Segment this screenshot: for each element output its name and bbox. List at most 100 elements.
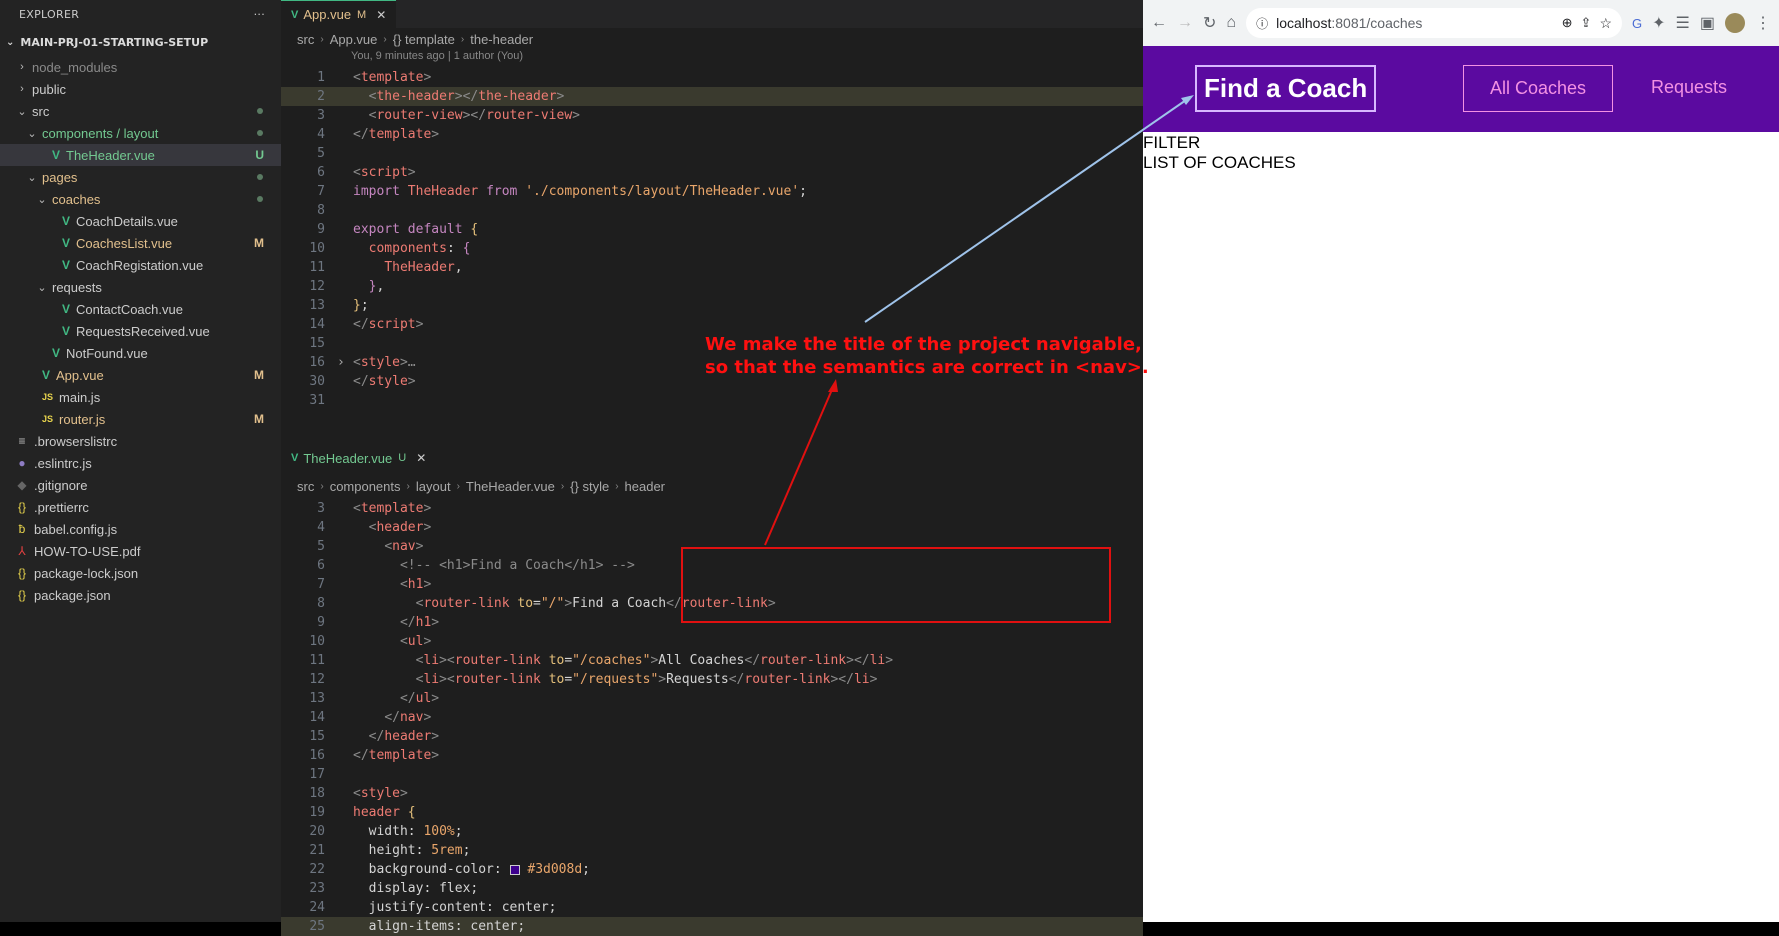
code-line[interactable]: 25 align-items: center; xyxy=(281,917,1143,936)
breadcrumb-item[interactable]: header xyxy=(625,479,665,494)
tree-item[interactable]: JS router.js M xyxy=(0,408,281,430)
breadcrumb-item[interactable]: the-header xyxy=(470,32,533,47)
back-icon[interactable]: ← xyxy=(1151,14,1167,32)
close-icon[interactable]: ✕ xyxy=(416,451,426,465)
code-line[interactable]: 22 background-color: #3d008d; xyxy=(281,860,1143,879)
code-line[interactable]: 16 </template> xyxy=(281,746,1143,765)
breadcrumb-item[interactable]: {} template xyxy=(393,32,455,47)
chevron-right-icon: › xyxy=(460,33,465,45)
share-icon[interactable]: ⇪ xyxy=(1581,15,1592,31)
code-line[interactable]: 15 </header> xyxy=(281,727,1143,746)
code-line[interactable]: 9 export default { xyxy=(281,220,1143,239)
tree-item[interactable]: ⌄ coaches xyxy=(0,188,281,210)
code-line[interactable]: 17 xyxy=(281,765,1143,784)
code-line[interactable]: 3 <router-view></router-view> xyxy=(281,106,1143,125)
star-icon[interactable]: ☆ xyxy=(1599,15,1612,32)
tree-item[interactable]: {} package.json xyxy=(0,584,281,606)
tree-item[interactable]: V CoachesList.vue M xyxy=(0,232,281,254)
more-actions-icon[interactable]: ··· xyxy=(254,8,265,21)
tree-item-label: package-lock.json xyxy=(34,565,139,581)
tab-app-vue[interactable]: V App.vue M ✕ xyxy=(281,0,397,28)
tree-item[interactable]: ⌄ src xyxy=(0,100,281,122)
code-line[interactable]: 8 xyxy=(281,201,1143,220)
code-line[interactable]: 31 xyxy=(281,391,1143,410)
tree-item[interactable]: ⌄ components / layout xyxy=(0,122,281,144)
info-icon[interactable]: ⓘ xyxy=(1256,15,1268,32)
tree-item[interactable]: › node_modules xyxy=(0,56,281,78)
breadcrumb-item[interactable]: src xyxy=(297,32,314,47)
project-root[interactable]: ⌄ MAIN-PRJ-01-STARTING-SETUP xyxy=(0,28,281,56)
breadcrumb-item[interactable]: TheHeader.vue xyxy=(466,479,555,494)
code-line[interactable]: 6 <script> xyxy=(281,163,1143,182)
side-panel-icon[interactable]: ▣ xyxy=(1700,13,1715,33)
fold-chevron-icon[interactable]: › xyxy=(337,353,345,372)
code-text: display: flex; xyxy=(353,881,479,896)
tree-item[interactable]: {} .prettierrc xyxy=(0,496,281,518)
tree-item[interactable]: ⅄ HOW-TO-USE.pdf xyxy=(0,540,281,562)
code-line[interactable]: 24 justify-content: center; xyxy=(281,898,1143,917)
tree-item[interactable]: ƀ babel.config.js xyxy=(0,518,281,540)
code-line[interactable]: 7 import TheHeader from './components/lay… xyxy=(281,182,1143,201)
close-icon[interactable]: ✕ xyxy=(376,8,386,22)
code-line[interactable]: 19 header { xyxy=(281,803,1143,822)
code-line[interactable]: 10 <ul> xyxy=(281,632,1143,651)
code-line[interactable]: 4 </template> xyxy=(281,125,1143,144)
vue-icon: V xyxy=(291,452,299,464)
tree-item[interactable]: ⌄ requests xyxy=(0,276,281,298)
reading-list-icon[interactable]: ☰ xyxy=(1676,13,1690,33)
code-line[interactable]: 13 </ul> xyxy=(281,689,1143,708)
tree-item[interactable]: V TheHeader.vue U xyxy=(0,144,281,166)
tree-item[interactable]: ● .eslintrc.js xyxy=(0,452,281,474)
address-bar[interactable]: ⓘ localhost:8081/coaches ⊕ ⇪ ☆ xyxy=(1246,8,1622,38)
code-line[interactable]: 12 <li><router-link to="/requests">Reque… xyxy=(281,670,1143,689)
brand-link[interactable]: Find a Coach xyxy=(1195,65,1377,112)
extensions-icon[interactable]: ✦ xyxy=(1652,13,1665,33)
tree-item[interactable]: ≡ .browserslistrc xyxy=(0,430,281,452)
code-line[interactable]: 13}; xyxy=(281,296,1143,315)
nav-requests[interactable]: Requests xyxy=(1625,65,1753,110)
tree-item[interactable]: V RequestsReceived.vue xyxy=(0,320,281,342)
code-line[interactable]: 20 width: 100%; xyxy=(281,822,1143,841)
code-line[interactable]: 4 <header> xyxy=(281,518,1143,537)
code-line[interactable]: 21 height: 5rem; xyxy=(281,841,1143,860)
tree-item-label: public xyxy=(32,81,66,97)
breadcrumb-item[interactable]: {} style xyxy=(570,479,609,494)
reload-icon[interactable]: ↻ xyxy=(1203,13,1216,33)
forward-icon[interactable]: → xyxy=(1177,14,1193,32)
tree-item[interactable]: › public xyxy=(0,78,281,100)
tree-item[interactable]: ⌄ pages xyxy=(0,166,281,188)
tree-item[interactable]: ◆ .gitignore xyxy=(0,474,281,496)
code-line[interactable]: 14 </script> xyxy=(281,315,1143,334)
code-line[interactable]: 12 }, xyxy=(281,277,1143,296)
code-line[interactable]: 3 <template> xyxy=(281,499,1143,518)
code-line[interactable]: 14 </nav> xyxy=(281,708,1143,727)
breadcrumb-item[interactable]: layout xyxy=(416,479,451,494)
tree-item[interactable]: V NotFound.vue xyxy=(0,342,281,364)
tree-item[interactable]: JS main.js xyxy=(0,386,281,408)
code-line[interactable]: 2 <the-header></the-header> xyxy=(281,87,1143,106)
nav-all-coaches[interactable]: All Coaches xyxy=(1463,65,1614,112)
tree-item[interactable]: V CoachRegistation.vue xyxy=(0,254,281,276)
code-line[interactable]: 5 xyxy=(281,144,1143,163)
tree-item[interactable]: V ContactCoach.vue xyxy=(0,298,281,320)
babel-icon: ƀ xyxy=(18,522,26,536)
translate-icon[interactable]: G xyxy=(1632,16,1642,31)
code-line[interactable]: 23 display: flex; xyxy=(281,879,1143,898)
code-line[interactable]: 11 TheHeader, xyxy=(281,258,1143,277)
tree-item[interactable]: V App.vue M xyxy=(0,364,281,386)
code-line[interactable]: 11 <li><router-link to="/coaches">All Co… xyxy=(281,651,1143,670)
breadcrumb-item[interactable]: App.vue xyxy=(330,32,378,47)
breadcrumb-item[interactable]: src xyxy=(297,479,314,494)
menu-icon[interactable]: ⋮ xyxy=(1755,13,1771,33)
code-line[interactable]: 18 <style> xyxy=(281,784,1143,803)
code-line[interactable]: 1 <template> xyxy=(281,68,1143,87)
tree-item[interactable]: V CoachDetails.vue xyxy=(0,210,281,232)
tab-theheader-vue[interactable]: V TheHeader.vue U ✕ xyxy=(281,443,437,473)
breadcrumb-item[interactable]: components xyxy=(330,479,401,494)
home-icon[interactable]: ⌂ xyxy=(1226,14,1236,32)
tree-item[interactable]: {} package-lock.json xyxy=(0,562,281,584)
codelens-blame[interactable]: You, 9 minutes ago | 1 author (You) xyxy=(281,50,1143,68)
code-line[interactable]: 10 components: { xyxy=(281,239,1143,258)
zoom-icon[interactable]: ⊕ xyxy=(1562,15,1573,31)
avatar[interactable] xyxy=(1725,13,1745,33)
